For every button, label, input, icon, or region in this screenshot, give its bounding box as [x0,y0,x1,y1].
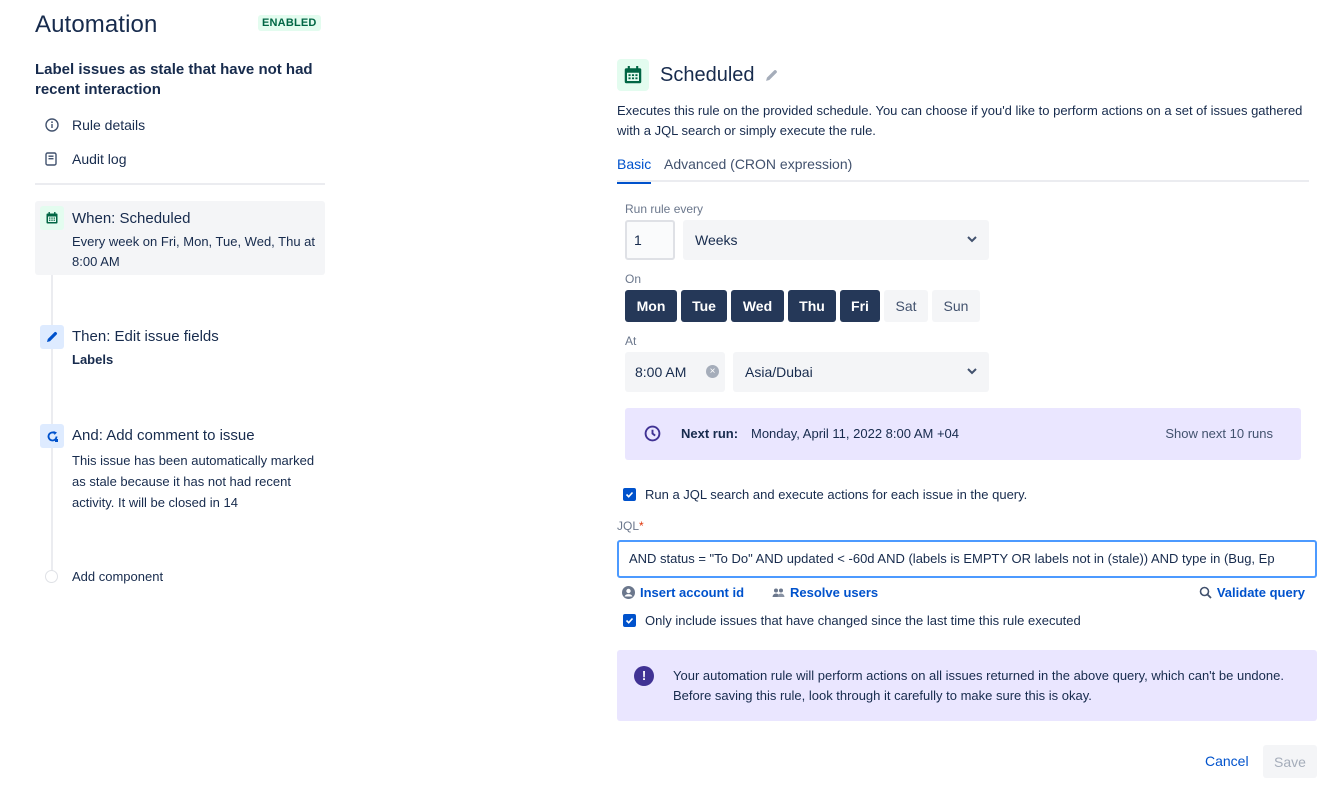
nav-rule-details[interactable]: Rule details [35,114,145,136]
time-value: 8:00 AM [635,364,687,380]
nav-label: Rule details [72,117,146,133]
day-thu[interactable]: Thu [788,290,836,322]
run-every-label: Run rule every [625,202,704,216]
warning-panel: ! Your automation rule will perform acti… [617,650,1317,721]
interval-unit-select[interactable]: Weeks [683,220,989,260]
day-tue[interactable]: Tue [681,290,727,322]
save-button[interactable]: Save [1263,745,1317,778]
schedule-tabs: Basic Advanced (CRON expression) [617,156,1309,184]
panel-title: Scheduled [660,64,755,86]
step-and-add-comment[interactable]: And: Add comment to issue This issue has… [35,422,325,522]
edit-title-icon[interactable] [765,69,778,87]
checkbox-checked-icon [623,488,636,501]
calendar-icon [617,59,649,91]
on-label: On [625,272,642,286]
jql-actions: Insert account id Resolve users Validate… [617,585,1317,605]
next-run-value: Monday, April 11, 2022 8:00 AM +04 [751,426,960,441]
day-wed[interactable]: Wed [731,290,784,322]
interval-number-input[interactable]: 1 [625,220,675,260]
next-run-panel: Next run: Monday, April 11, 2022 8:00 AM… [625,408,1301,460]
panel-description: Executes this rule on the provided sched… [617,103,1303,138]
checkbox-checked-icon [623,614,636,627]
step-title: Then: Edit issue fields [72,328,219,345]
time-input[interactable]: 8:00 AM × [625,352,725,392]
clear-time-icon[interactable]: × [706,365,719,378]
validate-query-link[interactable]: Validate query [1199,585,1305,600]
tab-basic[interactable]: Basic [617,156,652,184]
timeline-line [51,228,53,574]
insert-account-id-link[interactable]: Insert account id [622,585,744,600]
day-sun[interactable]: Sun [932,290,980,322]
add-component-label: Add component [72,569,164,584]
at-label: At [625,334,637,348]
timezone-select[interactable]: Asia/Dubai [733,352,989,392]
weekday-selector: Mon Tue Wed Thu Fri Sat Sun [625,290,984,322]
step-desc: Every week on Fri, Mon, Tue, Wed, Thu at… [72,234,316,269]
tab-advanced[interactable]: Advanced (CRON expression) [664,156,852,182]
jql-input[interactable]: AND status = "To Do" AND updated < -60d … [617,540,1317,578]
cancel-button[interactable]: Cancel [1205,753,1249,769]
step-title: And: Add comment to issue [72,427,255,444]
chevron-down-icon [965,364,979,381]
add-component-dot-icon [45,570,58,583]
timezone-value: Asia/Dubai [745,364,813,380]
exclamation-icon: ! [634,666,654,686]
nav-label: Audit log [72,151,127,167]
document-icon [35,152,72,166]
chevron-down-icon [965,232,979,249]
jql-search-checkbox[interactable]: Run a JQL search and execute actions for… [623,487,1027,502]
calendar-icon [40,206,64,230]
interval-unit-value: Weeks [695,232,738,248]
only-changed-checkbox[interactable]: Only include issues that have changed si… [623,613,1081,628]
jql-label: JQL* [617,519,644,533]
show-next-runs-button[interactable]: Show next 10 runs [1165,426,1273,441]
step-desc: This issue has been automatically marked… [72,453,315,510]
day-sat[interactable]: Sat [884,290,928,322]
clock-icon [644,425,661,447]
rule-name: Label issues as stale that have not had … [35,61,313,98]
user-icon [622,586,635,599]
day-mon[interactable]: Mon [625,290,677,322]
step-when-scheduled[interactable]: When: Scheduled Every week on Fri, Mon, … [35,201,325,275]
people-icon [772,587,785,599]
checkbox-label: Run a JQL search and execute actions for… [645,487,1028,502]
step-then-edit-fields[interactable]: Then: Edit issue fields Labels [35,323,325,373]
info-icon [35,118,72,132]
status-badge: ENABLED [258,15,321,31]
resolve-users-link[interactable]: Resolve users [772,585,878,600]
divider [35,183,325,185]
step-desc: Labels [72,352,114,367]
checkbox-label: Only include issues that have changed si… [645,613,1081,628]
next-run-label: Next run: [681,426,739,441]
nav-audit-log[interactable]: Audit log [35,148,126,170]
search-icon [1199,586,1212,599]
comment-refresh-icon [40,424,64,448]
step-title: When: Scheduled [72,210,191,227]
warning-text: Your automation rule will perform action… [673,668,1284,703]
app-title: Automation [35,11,158,38]
add-component-button[interactable]: Add component [45,569,163,584]
day-fri[interactable]: Fri [840,290,880,322]
pencil-icon [40,325,64,349]
